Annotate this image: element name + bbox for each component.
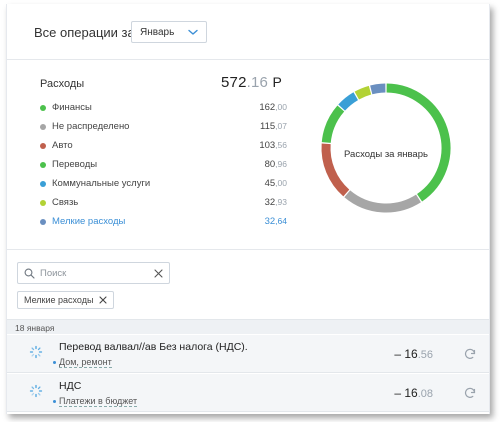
category-label: Коммунальные услуги bbox=[52, 178, 151, 189]
category-amount: 32,64 bbox=[265, 216, 287, 227]
category-amount-int: 32 bbox=[264, 197, 276, 208]
category-row-finance[interactable]: Финансы 162,00 bbox=[40, 101, 287, 115]
category-amount-frac: ,07 bbox=[275, 121, 287, 131]
category-amount-int: 115 bbox=[260, 121, 276, 132]
category-amount-frac: ,00 bbox=[275, 102, 287, 112]
category-dot bbox=[40, 143, 46, 149]
donut-center-label: Расходы за январь bbox=[344, 149, 428, 160]
search-icon bbox=[24, 268, 35, 279]
expenses-donut-chart bbox=[321, 83, 451, 213]
category-marker bbox=[53, 361, 56, 365]
panel-header: Все операции за Январь bbox=[7, 4, 489, 60]
category-row-transfers[interactable]: Переводы 80,96 bbox=[40, 158, 287, 172]
category-amount-frac: ,96 bbox=[275, 159, 287, 169]
month-select-value: Январь bbox=[140, 27, 175, 38]
date-group-header: 18 января bbox=[7, 319, 489, 334]
filter-chip-label: Мелкие расходы bbox=[24, 295, 94, 305]
donut-segment[interactable] bbox=[321, 105, 345, 144]
close-icon[interactable] bbox=[98, 295, 108, 305]
expenses-total-frac: .16 bbox=[246, 74, 269, 91]
category-amount: 45,00 bbox=[265, 178, 287, 189]
donut-segment[interactable] bbox=[354, 85, 372, 100]
category-amount-int: 80 bbox=[264, 159, 276, 170]
transaction-amount-int: – 16 bbox=[394, 386, 418, 400]
expenses-total: 572.16 Р bbox=[221, 74, 282, 91]
category-label[interactable]: Мелкие расходы bbox=[52, 216, 125, 227]
category-amount: 32,93 bbox=[265, 197, 287, 208]
category-marker bbox=[53, 400, 56, 404]
category-label: Не распределено bbox=[52, 121, 130, 132]
expenses-title: Расходы bbox=[40, 78, 85, 90]
category-row-small-expenses[interactable]: Мелкие расходы 32,64 bbox=[40, 215, 287, 229]
category-label: Авто bbox=[52, 140, 73, 151]
category-label: Финансы bbox=[52, 102, 92, 113]
transaction-amount-frac: .56 bbox=[417, 349, 433, 361]
category-amount-int: 32 bbox=[264, 216, 276, 227]
category-amount-frac: ,00 bbox=[275, 178, 287, 188]
category-amount-int: 103 bbox=[259, 140, 276, 151]
category-dot bbox=[40, 200, 46, 206]
donut-segment[interactable] bbox=[344, 190, 421, 213]
donut-segment[interactable] bbox=[386, 83, 451, 202]
filters-area: Мелкие расходы bbox=[7, 249, 489, 319]
transaction-amount-int: – 16 bbox=[394, 347, 418, 361]
category-row-auto[interactable]: Авто 103,56 bbox=[40, 139, 287, 153]
category-dot bbox=[40, 124, 46, 130]
category-dot bbox=[40, 181, 46, 187]
category-row-utilities[interactable]: Коммунальные услуги 45,00 bbox=[40, 177, 287, 191]
transaction-title: НДС bbox=[59, 380, 82, 392]
category-amount: 103,56 bbox=[259, 140, 287, 151]
category-amount-int: 45 bbox=[264, 178, 276, 189]
filter-chip[interactable]: Мелкие расходы bbox=[17, 291, 115, 309]
refresh-icon[interactable] bbox=[463, 386, 477, 400]
category-row-communication[interactable]: Связь 32,93 bbox=[40, 196, 287, 210]
category-amount: 115,07 bbox=[260, 121, 287, 132]
close-icon[interactable] bbox=[153, 268, 164, 279]
date-group-label: 18 января bbox=[15, 323, 55, 333]
chevron-down-icon bbox=[188, 29, 198, 35]
category-dot bbox=[40, 219, 46, 225]
month-select[interactable]: Январь bbox=[131, 21, 207, 43]
loading-spinner-icon bbox=[29, 384, 43, 398]
transaction-amount: – 16.56 bbox=[394, 347, 433, 361]
transaction-row[interactable]: НДС Платежи в бюджет – 16.08 bbox=[7, 374, 489, 412]
transaction-category-label[interactable]: Дом, ремонт bbox=[59, 357, 112, 368]
expenses-total-int: 572 bbox=[220, 74, 247, 91]
donut-segment[interactable] bbox=[370, 83, 386, 95]
search-box[interactable] bbox=[17, 262, 170, 284]
page-title: Все операции за bbox=[34, 25, 135, 40]
transaction-row[interactable]: Перевод валвал//ав Без налога (НДС). Дом… bbox=[7, 335, 489, 373]
donut-segment[interactable] bbox=[338, 92, 359, 111]
transaction-category-label[interactable]: Платежи в бюджет bbox=[59, 396, 138, 407]
category-amount-frac: ,56 bbox=[275, 140, 287, 150]
currency-sign: Р bbox=[272, 74, 282, 90]
transaction-amount: – 16.08 bbox=[394, 386, 433, 400]
category-dot bbox=[40, 105, 46, 111]
transaction-category[interactable]: Дом, ремонт bbox=[53, 357, 112, 368]
transaction-amount-frac: .08 bbox=[417, 388, 433, 400]
category-amount: 162,00 bbox=[259, 102, 287, 113]
loading-spinner-icon bbox=[29, 345, 43, 359]
operations-panel: Все операции за Январь Расходы 572.16 Р … bbox=[6, 4, 490, 414]
category-amount: 80,96 bbox=[265, 159, 287, 170]
category-row-unassigned[interactable]: Не распределено 115,07 bbox=[40, 120, 287, 134]
transaction-category[interactable]: Платежи в бюджет bbox=[53, 396, 138, 407]
refresh-icon[interactable] bbox=[463, 347, 477, 361]
search-input[interactable] bbox=[40, 266, 148, 281]
category-dot bbox=[40, 162, 46, 168]
category-amount-frac: ,93 bbox=[275, 197, 287, 207]
category-amount-frac: ,64 bbox=[275, 216, 287, 226]
category-label: Переводы bbox=[52, 159, 98, 170]
category-amount-int: 162 bbox=[259, 102, 276, 113]
transaction-title: Перевод валвал//ав Без налога (НДС). bbox=[59, 341, 248, 353]
category-label: Связь bbox=[52, 197, 79, 208]
